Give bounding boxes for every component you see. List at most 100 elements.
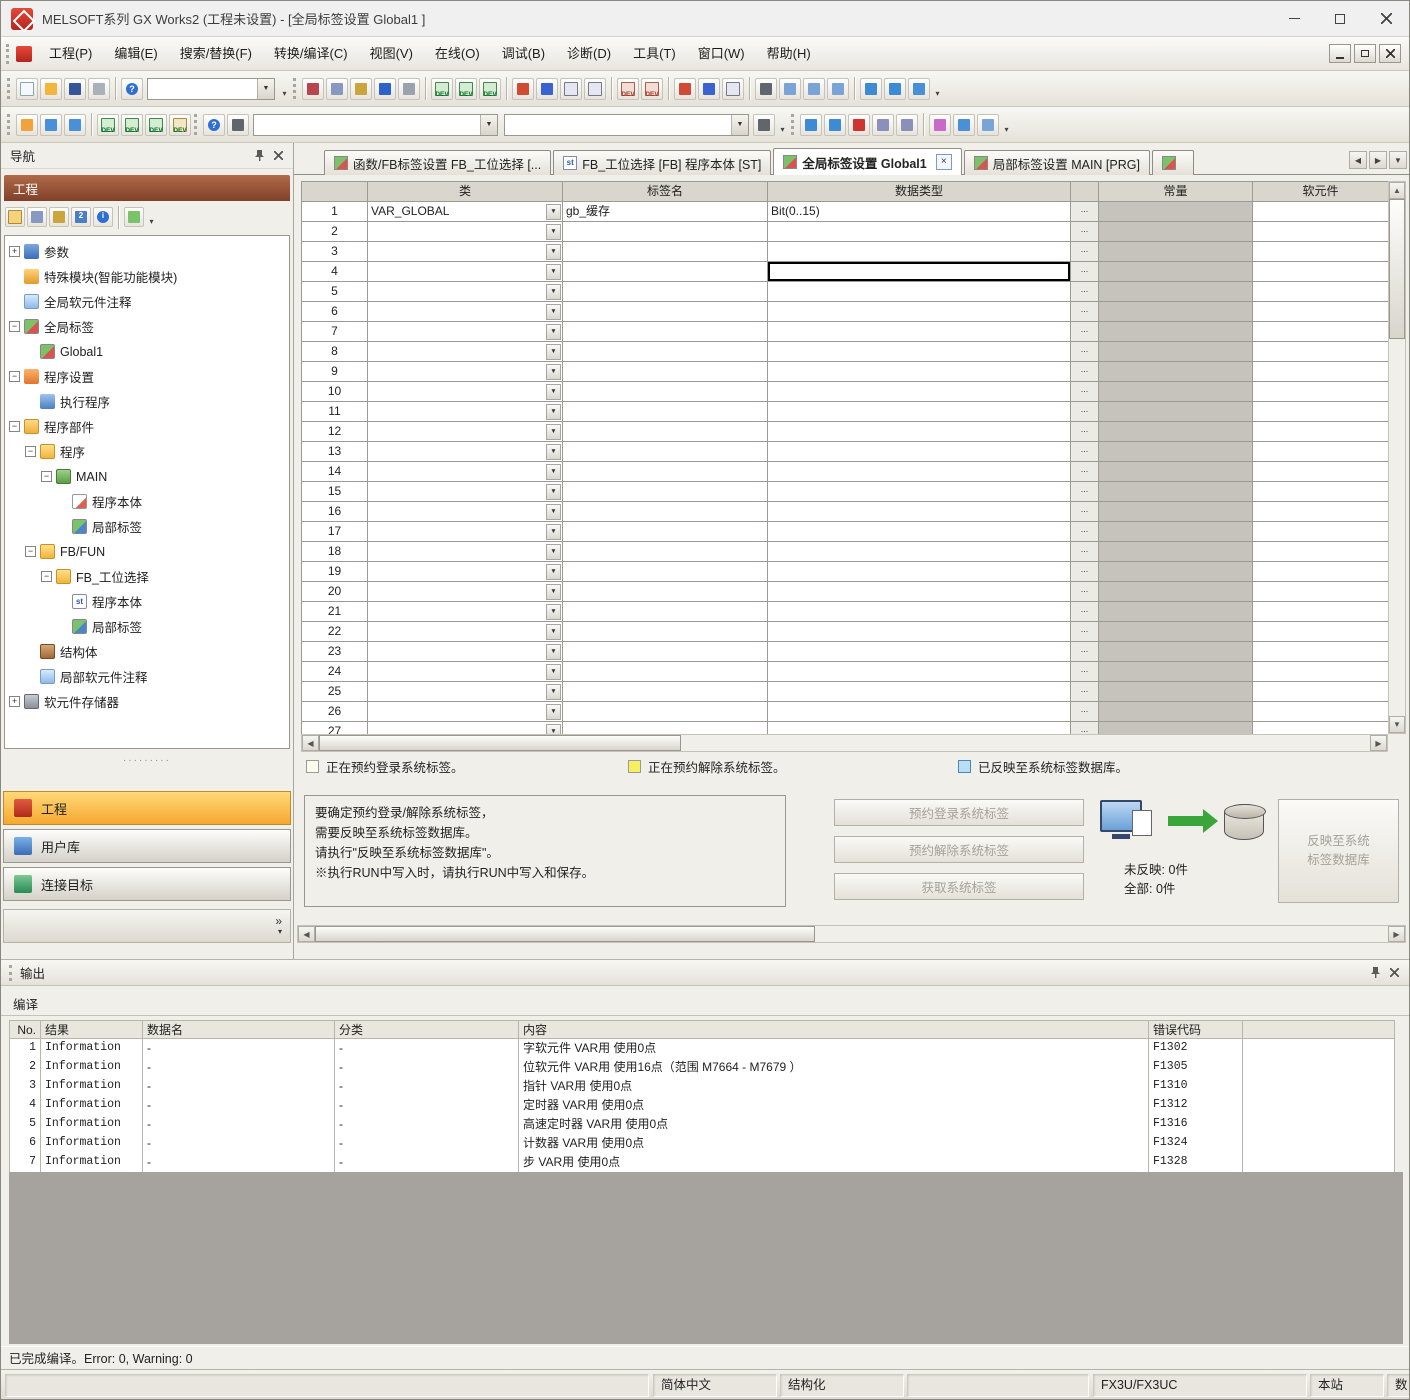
data-type-browse-button[interactable]: ... [1071,302,1099,322]
tree-item-MAIN[interactable]: −MAIN [5,464,289,489]
device-display-mode-icon[interactable]: DEV [169,114,191,136]
grid-data-type-cell[interactable] [768,642,1071,662]
filter-clear-icon[interactable] [896,114,918,136]
grid-label-name-cell[interactable] [563,462,768,482]
grid-data-type-cell[interactable] [768,322,1071,342]
grid-label-name-cell[interactable] [563,682,768,702]
grid-class-cell[interactable]: ▼ [368,502,563,522]
grid-data-type-cell[interactable] [768,362,1071,382]
note-display-icon[interactable] [827,78,849,100]
grid-label-name-cell[interactable] [563,362,768,382]
tree-item-程序部件[interactable]: −程序部件 [5,414,289,439]
grid-label-name-cell[interactable] [563,602,768,622]
grid-class-cell[interactable]: ▼ [368,242,563,262]
grid-device-cell[interactable] [1253,582,1388,602]
grid-data-type-cell[interactable] [768,442,1071,462]
grid-class-cell[interactable]: ▼ [368,362,563,382]
grid-device-cell[interactable] [1253,222,1388,242]
grid-class-cell[interactable]: ▼ [368,402,563,422]
grid-device-cell[interactable] [1253,302,1388,322]
grid-device-cell[interactable] [1253,502,1388,522]
data-type-browse-button[interactable]: ... [1071,342,1099,362]
new-project-icon[interactable] [16,78,38,100]
grid-class-cell[interactable]: ▼ [368,302,563,322]
tree-expander-icon[interactable]: + [9,246,20,257]
tree-item-程序设置[interactable]: −程序设置 [5,364,289,389]
verify-with-plc-icon[interactable] [560,78,582,100]
data-type-browse-button[interactable]: ... [1071,462,1099,482]
grid-label-name-cell[interactable] [563,482,768,502]
toolbar-overflow-icon[interactable]: ▾ [776,114,789,136]
scrollbar-thumb[interactable] [1389,199,1405,339]
data-type-browse-button[interactable]: ... [1071,482,1099,502]
tab-函数/FB标签设置 FB_工位选择 [...[interactable]: 函数/FB标签设置 FB_工位选择 [... [324,150,551,175]
scroll-left-button[interactable]: ◀ [298,926,315,942]
toolbar-grip[interactable] [7,78,11,99]
docking-window-icon[interactable] [40,114,62,136]
device-memory-icon[interactable]: DEV [455,78,477,100]
tree-item-特殊模块(智能功能模块)[interactable]: 特殊模块(智能功能模块) [5,264,289,289]
grid-label-name-cell[interactable] [563,222,768,242]
grid-device-cell[interactable] [1253,342,1388,362]
display-color-icon[interactable] [929,114,951,136]
class-dropdown-icon[interactable]: ▼ [546,664,561,680]
filter-set-icon[interactable] [872,114,894,136]
grid-data-type-cell[interactable] [768,382,1071,402]
output-compile-tab[interactable]: 编译 [5,992,46,1015]
tab-scroll-right-button[interactable]: ▶ [1369,151,1387,169]
class-dropdown-icon[interactable]: ▼ [546,544,561,560]
grid-data-type-cell[interactable] [768,342,1071,362]
grid-class-cell[interactable]: ▼ [368,562,563,582]
grid-class-cell[interactable]: ▼ [368,682,563,702]
grid-class-cell[interactable]: ▼ [368,322,563,342]
class-dropdown-icon[interactable]: ▼ [546,324,561,340]
monitor-window-icon[interactable] [953,114,975,136]
project-verify-icon[interactable]: ? [121,78,143,100]
stop-monitor-icon[interactable] [698,78,720,100]
tree-item-程序[interactable]: −程序 [5,439,289,464]
tree-expander-icon[interactable]: − [9,321,20,332]
grid-device-cell[interactable] [1253,402,1388,422]
grid-label-name-cell[interactable] [563,702,768,722]
grid-data-type-cell[interactable] [768,262,1071,282]
watch-combo-2[interactable]: ▼ [504,114,749,136]
reflect-to-system-label-database-button[interactable]: 反映至系统标签数据库 [1278,799,1399,903]
toolbar-overflow-icon[interactable]: ▾ [278,78,291,100]
help-icon[interactable]: ? [203,114,225,136]
scrollbar-track[interactable] [815,926,1388,942]
grid-data-type-cell[interactable] [768,482,1071,502]
pin-icon[interactable] [1367,964,1384,981]
grid-device-cell[interactable] [1253,562,1388,582]
grid-label-name-cell[interactable] [563,442,768,462]
grid-device-cell[interactable] [1253,262,1388,282]
grid-data-type-cell[interactable] [768,542,1071,562]
output-row[interactable]: 2Information--位软元件 VAR用 使用16点（范围 M7664 -… [9,1058,1395,1077]
chevron-down-icon[interactable]: ▼ [257,79,274,99]
grid-label-name-cell[interactable] [563,722,768,734]
grid-device-cell[interactable] [1253,542,1388,562]
statement-display-icon[interactable] [803,78,825,100]
data-type-browse-button[interactable]: ... [1071,722,1099,734]
grid-label-name-cell[interactable] [563,322,768,342]
class-dropdown-icon[interactable]: ▼ [546,264,561,280]
grid-data-type-cell[interactable] [768,582,1071,602]
start-monitor-icon[interactable] [674,78,696,100]
chevron-down-icon[interactable]: ▼ [731,115,748,135]
grid-device-cell[interactable] [1253,462,1388,482]
device-test-icon[interactable] [977,114,999,136]
device-batch-display-icon[interactable]: DEV [145,114,167,136]
tree-item-FB_工位选择[interactable]: −FB_工位选择 [5,564,289,589]
cross-reference-window-icon[interactable] [884,78,906,100]
class-dropdown-icon[interactable]: ▼ [546,504,561,520]
menu-item-帮助(H)[interactable]: 帮助(H) [756,38,822,70]
data-type-browse-button[interactable]: ... [1071,382,1099,402]
tree-item-程序本体[interactable]: st程序本体 [5,589,289,614]
toolbar-overflow-icon[interactable]: ▾ [1000,114,1013,136]
scroll-right-button[interactable]: ▶ [1388,926,1405,942]
data-type-browse-button[interactable]: ... [1071,322,1099,342]
grid-data-type-cell[interactable] [768,242,1071,262]
data-type-browse-button[interactable]: ... [1071,662,1099,682]
pin-icon[interactable] [251,147,268,164]
grid-label-name-cell[interactable] [563,382,768,402]
button-预约登录系统标签[interactable]: 预约登录系统标签 [834,799,1084,826]
